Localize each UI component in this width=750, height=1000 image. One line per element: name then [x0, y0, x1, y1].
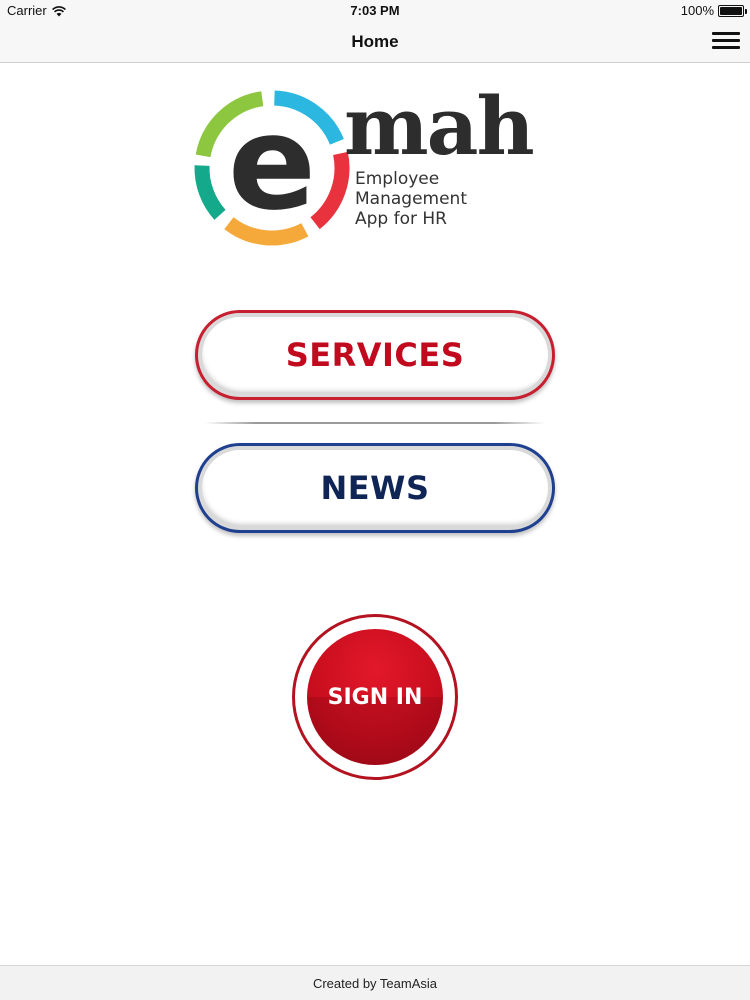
footer-credit: Created by TeamAsia — [312, 976, 438, 991]
battery-percent: 100% — [680, 3, 714, 18]
logo-wordmark: mah — [344, 79, 535, 173]
emah-logo: e mah Employee Management App for HR — [192, 79, 562, 248]
services-button[interactable]: SERVICES — [195, 310, 555, 400]
sign-in-label: SIGN IN — [327, 684, 423, 710]
logo-tagline: Employee Management App for HR — [355, 169, 467, 229]
divider — [205, 422, 545, 424]
battery-icon — [718, 4, 747, 17]
status-time: 7:03 PM — [350, 3, 400, 18]
news-button[interactable]: NEWS — [195, 443, 555, 533]
news-button-label: NEWS — [320, 469, 430, 507]
logo-ring-segment — [194, 165, 226, 220]
menu-line — [712, 39, 740, 42]
menu-line — [712, 46, 740, 49]
navigation-bar: Home — [0, 22, 750, 63]
footer: Created by TeamAsia — [0, 965, 750, 1000]
logo-ring-segment — [310, 151, 350, 230]
page-title: Home — [351, 32, 399, 51]
logo-mark-letter: e — [228, 88, 316, 239]
services-button-label: SERVICES — [285, 336, 465, 374]
menu-line — [712, 32, 740, 35]
sign-in-button[interactable]: SIGN IN — [307, 629, 443, 765]
logo-ring-icon: e — [194, 88, 350, 246]
status-right: 100% — [680, 3, 747, 18]
battery-fill — [720, 6, 742, 15]
tagline-line: App for HR — [355, 209, 447, 229]
hamburger-menu-icon[interactable] — [712, 30, 740, 54]
status-bar: Carrier 7:03 PM 100% — [0, 0, 750, 22]
tagline-line: Management — [355, 189, 467, 209]
tagline-line: Employee — [355, 169, 440, 189]
